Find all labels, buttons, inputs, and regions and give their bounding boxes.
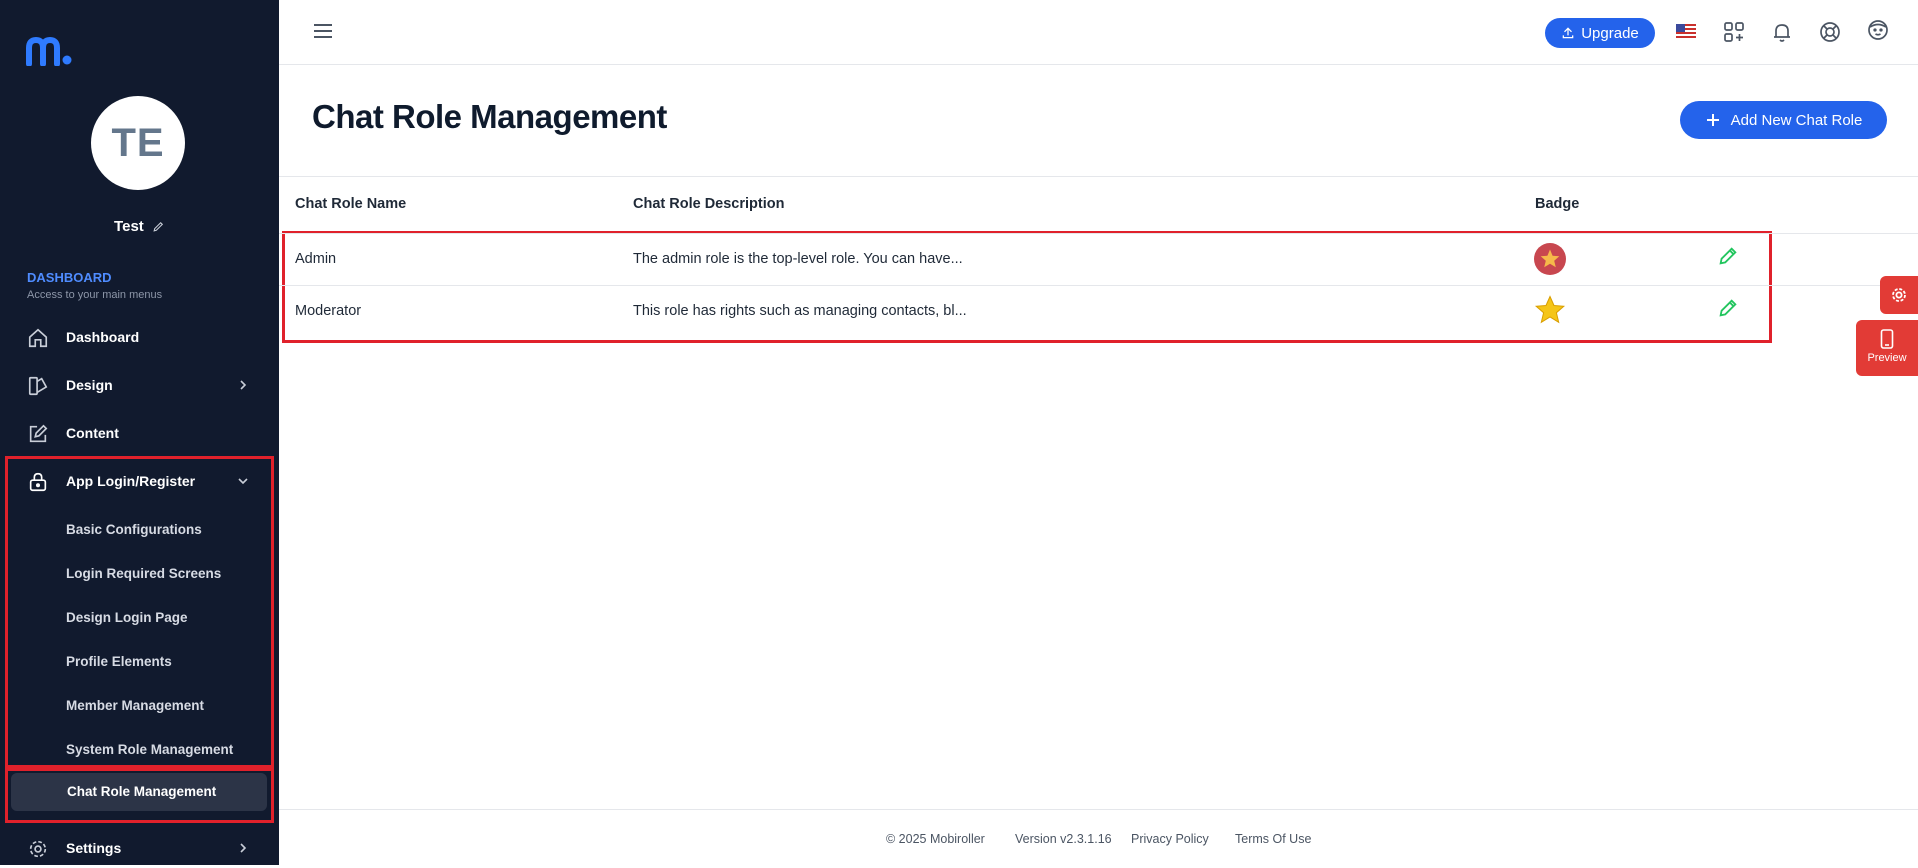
sidebar-subitem-member-management[interactable]: Member Management (66, 690, 204, 720)
upload-icon (1562, 27, 1574, 39)
footer-privacy-link[interactable]: Privacy Policy (1131, 832, 1209, 846)
preview-label: Preview (1867, 352, 1907, 364)
sidebar-item-label: Design (66, 377, 113, 393)
sidebar-subitem-profile-elements[interactable]: Profile Elements (66, 646, 172, 676)
user-face-icon[interactable] (1866, 18, 1890, 42)
sidebar-subitem-design-login-page[interactable]: Design Login Page (66, 602, 188, 632)
edit-name-icon[interactable] (152, 220, 165, 233)
edit-admin-icon[interactable] (1717, 245, 1739, 267)
edit-square-icon (29, 424, 48, 443)
gear-icon (29, 840, 47, 858)
phone-icon (1880, 329, 1894, 349)
gear-icon (1892, 288, 1906, 302)
column-header-description[interactable]: Chat Role Description (633, 196, 784, 212)
sidebar-subitem-label: Chat Role Management (67, 784, 217, 799)
top-bar: Upgrade (279, 0, 1918, 65)
upgrade-label: Upgrade (1581, 24, 1639, 42)
user-name-row[interactable]: Test (0, 218, 279, 235)
sidebar-subitem-basic-configurations[interactable]: Basic Configurations (66, 514, 202, 544)
add-button-label: Add New Chat Role (1730, 111, 1863, 129)
star-badge-red-icon (1534, 243, 1566, 275)
lock-icon (29, 472, 47, 492)
footer-copyright: © 2025 Mobiroller (886, 832, 985, 846)
table-top-border (279, 176, 1918, 177)
floating-settings-button[interactable] (1880, 276, 1918, 314)
footer-terms-link[interactable]: Terms Of Use (1235, 832, 1311, 846)
mobiroller-logo[interactable] (26, 36, 72, 66)
sidebar-item-app-login-register[interactable]: App Login/Register (0, 461, 279, 501)
chevron-down-icon (238, 478, 248, 485)
upgrade-button[interactable]: Upgrade (1545, 18, 1655, 48)
section-title: DASHBOARD (27, 270, 112, 285)
sidebar-subitem-login-required-screens[interactable]: Login Required Screens (66, 558, 221, 588)
preview-button[interactable]: Preview (1856, 320, 1918, 376)
sidebar-item-label: App Login/Register (66, 473, 196, 489)
row-admin-name: Admin (295, 251, 337, 267)
sidebar-item-design[interactable]: Design (0, 365, 279, 405)
sidebar-item-dashboard[interactable]: Dashboard (0, 317, 279, 357)
bell-icon[interactable] (1770, 20, 1794, 44)
sidebar-subitem-chat-role-management[interactable]: Chat Role Management (11, 773, 267, 811)
sidebar-item-label: Settings (66, 840, 122, 856)
sidebar: TE Test DASHBOARD Access to your main me… (0, 0, 279, 865)
sidebar-item-label: Content (66, 425, 119, 441)
add-new-chat-role-button[interactable]: Add New Chat Role (1680, 101, 1887, 139)
home-icon (28, 328, 48, 348)
chevron-right-icon (240, 843, 247, 853)
row-moderator-description: This role has rights such as managing co… (633, 303, 967, 319)
help-lifebuoy-icon[interactable] (1818, 20, 1842, 44)
table-header-divider (279, 233, 1918, 234)
plus-icon (1706, 114, 1719, 126)
row-admin-description: The admin role is the top-level role. Yo… (633, 251, 963, 267)
sidebar-item-label: Dashboard (66, 329, 140, 345)
footer-version: Version v2.3.1.16 (1015, 832, 1112, 846)
row-moderator-name: Moderator (295, 303, 362, 319)
table-row-divider (279, 285, 1918, 286)
star-gold-icon (1534, 295, 1566, 324)
user-name: Test (114, 218, 144, 235)
page-title: Chat Role Management (312, 98, 667, 135)
footer-divider (279, 809, 1918, 810)
menu-icon[interactable] (313, 22, 333, 40)
column-header-badge[interactable]: Badge (1535, 196, 1579, 212)
edit-moderator-icon[interactable] (1717, 297, 1739, 319)
sidebar-item-content[interactable]: Content (0, 413, 279, 453)
chevron-right-icon (240, 380, 247, 390)
avatar[interactable]: TE (91, 96, 185, 190)
sidebar-subitem-system-role-management[interactable]: System Role Management (66, 734, 233, 764)
sidebar-item-settings[interactable]: Settings (0, 828, 279, 868)
apps-icon[interactable] (1722, 20, 1746, 44)
palette-icon (28, 376, 48, 396)
section-subtitle: Access to your main menus (27, 289, 163, 301)
us-flag-icon[interactable] (1676, 24, 1696, 39)
column-header-name[interactable]: Chat Role Name (295, 196, 406, 212)
